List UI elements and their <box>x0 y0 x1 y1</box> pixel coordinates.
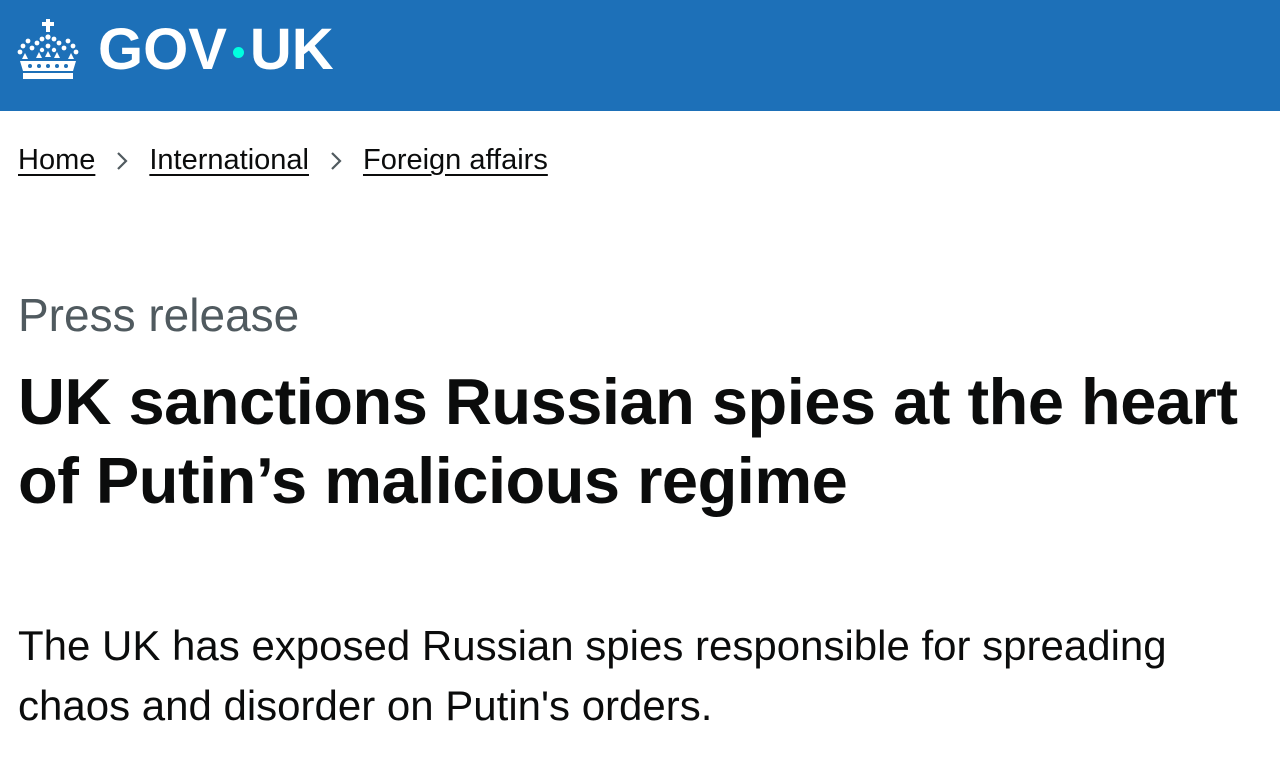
wordmark-dot <box>232 46 244 58</box>
document-type-caption: Press release <box>18 289 300 341</box>
crown-icon <box>17 19 79 79</box>
breadcrumb: Home International Foreign affairs <box>18 144 548 177</box>
breadcrumb-home-link[interactable]: Home <box>18 144 95 177</box>
chevron-right-icon <box>331 151 342 170</box>
lead-paragraph: The UK has exposed Russian spies respons… <box>18 622 1167 729</box>
wordmark-gov: GOV <box>98 17 227 82</box>
site-header: GOV UK <box>0 0 1280 111</box>
chevron-right-icon <box>117 151 128 170</box>
wordmark-uk: UK <box>249 17 334 82</box>
govuk-wordmark: GOV UK <box>98 21 334 79</box>
breadcrumb-international-link[interactable]: International <box>149 144 309 177</box>
breadcrumb-foreign-affairs-link[interactable]: Foreign affairs <box>363 144 548 177</box>
govuk-logo-link[interactable]: GOV UK <box>16 14 334 86</box>
page-title: UK sanctions Russian spies at the heart … <box>18 365 1238 518</box>
